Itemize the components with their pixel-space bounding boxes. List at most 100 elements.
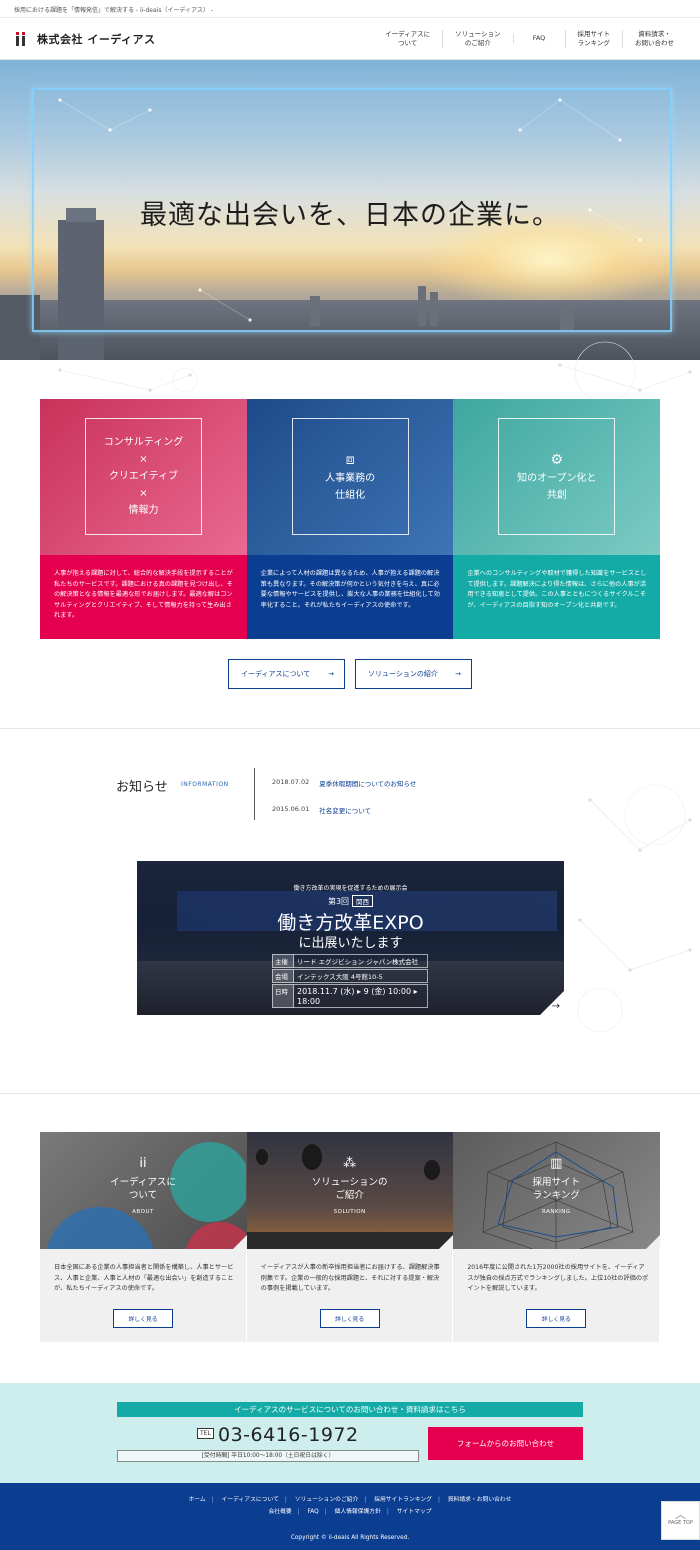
top-tagline: 採用における課題を「情報発信」で解決する - ii-deais（イーディアス） …: [0, 0, 700, 18]
banner-edition-text: 第3回: [327, 897, 350, 906]
chevron-up-icon: ︿: [675, 1508, 686, 1521]
link-card-text: 2016年度に公開された1万2000社の採用サイトを、イーディアスが独自の採点方…: [453, 1249, 660, 1342]
footer-link-faq[interactable]: FAQ: [304, 1509, 321, 1515]
feature-card-image: ⚙ 知のオープン化と 共創: [453, 399, 660, 555]
banner-detail-row: 会場 インテックス大阪 4号館10-5: [272, 969, 428, 983]
page-top-button[interactable]: ︿ PAGE TOP: [661, 1501, 700, 1540]
banner-details: 主催 リード エグジビション ジャパン株式会社 会場 インテックス大阪 4号館1…: [272, 954, 428, 1009]
heading-line: 人事業務の: [325, 472, 376, 484]
section-divider: [0, 728, 700, 729]
news-item: 2015.06.01 社名変更について: [272, 805, 416, 815]
detail-button[interactable]: 詳しく見る: [113, 1309, 173, 1328]
site-header: 株式会社 イーディアス イーディアスに ついて ソリューション のご紹介 FAQ…: [0, 18, 700, 60]
detail-button[interactable]: 詳しく見る: [319, 1309, 380, 1328]
card-corner: [439, 1235, 454, 1249]
news-subtitle: INFORMATION: [181, 781, 229, 788]
nav-ranking[interactable]: 採用サイト ランキング: [564, 29, 623, 48]
nav-solution[interactable]: ソリューション のご紹介: [442, 29, 512, 48]
footer-link-ranking[interactable]: 採用サイトランキング: [371, 1497, 435, 1503]
feature-card-heading: ⧈ 人事業務の 仕組化: [291, 418, 409, 535]
link-card-label: ソリューションの ご紹介 SOLUTION: [247, 1176, 453, 1219]
bar-chart-icon: ▥: [550, 1156, 563, 1171]
link-card-about[interactable]: ii イーディアスに ついて ABOUT 日本全国にある企業の人事担当者と関係を…: [40, 1132, 247, 1342]
contact-heading: イーディアスのサービスについてのお問い合わせ・資料請求はこちら: [117, 1402, 583, 1417]
banner-region-tag: 関西: [352, 895, 374, 907]
feature-card-image: コンサルティング × クリエイティブ × 情報力: [40, 399, 247, 555]
label-line: イーディアスに: [110, 1177, 176, 1188]
heading-line: コンサルティング: [103, 437, 184, 448]
label-line: ソリューションの: [311, 1177, 388, 1188]
banner-detail-row: 日時 2018.11.7 (水) ▸ 9 (金) 10:00 ▸ 18:00: [272, 984, 428, 1008]
footer-link-solution[interactable]: ソリューションのご紹介: [292, 1497, 362, 1503]
nav-about[interactable]: イーディアスに ついて: [373, 30, 442, 48]
feature-card-heading: ⚙ 知のオープン化と 共創: [498, 418, 616, 535]
feature-card-text: 企業へのコンサルティングや取材で獲得した知識をサービスとして提供します。課題解決…: [453, 555, 660, 639]
feature-card-heading: コンサルティング × クリエイティブ × 情報力: [85, 418, 202, 535]
link-card-image: ⁂ ソリューションの ご紹介 SOLUTION: [246, 1132, 454, 1249]
feature-card-consulting: コンサルティング × クリエイティブ × 情報力 人事が抱える課題に対して、総合…: [40, 399, 247, 639]
detail-value: 2018.11.7 (水) ▸ 9 (金) 10:00 ▸ 18:00: [294, 984, 428, 1008]
link-card-ranking[interactable]: ▥ 採用サイト ランキング RANKING 2016年度に公開された1万2000…: [453, 1132, 660, 1342]
heading-line: 知のオープン化と: [517, 472, 597, 484]
solution-button[interactable]: ソリューションの紹介 →: [355, 659, 472, 689]
footer-link-about[interactable]: イーディアスについて: [219, 1497, 282, 1503]
footer-link-privacy[interactable]: 個人情報保護方針: [332, 1509, 384, 1515]
link-card-text: 日本全国にある企業の人事担当者と関係を構築し、人事とサービス、人事と企業、人事と…: [40, 1249, 247, 1342]
footer-link-home[interactable]: ホーム: [185, 1497, 208, 1503]
arrow-right-icon: →: [455, 670, 461, 678]
link-card-label: 採用サイト ランキング RANKING: [453, 1176, 659, 1219]
heading-line: ×: [139, 488, 148, 499]
banner-title: 働き方改革EXPO: [277, 912, 424, 934]
news-item: 2018.07.02 夏季休暇期間についてのお知らせ: [272, 778, 416, 788]
network-icon: ⁂: [343, 1156, 357, 1171]
label-line: ついて: [128, 1190, 158, 1201]
global-nav: イーディアスに ついて ソリューション のご紹介 FAQ 採用サイト ランキング…: [373, 29, 686, 48]
feature-card-text: 企業によって人材の課題は異なるため、人事が抱える課題の解決策も異なります。その解…: [246, 555, 454, 639]
contact-section: イーディアスのサービスについてのお問い合わせ・資料請求はこちら TEL 03-6…: [0, 1383, 700, 1483]
phone-number[interactable]: 03-6416-1972: [218, 1424, 359, 1446]
banner-kicker: 働き方改革の実現を促進するための展示会: [293, 885, 408, 892]
feature-card-image: ⧈ 人事業務の 仕組化: [246, 399, 454, 555]
news-link[interactable]: 夏季休暇期間についてのお知らせ: [319, 778, 416, 788]
intro-buttons: イーディアスについて → ソリューションの紹介 →: [228, 659, 472, 689]
nav-contact[interactable]: 資料請求・ お問い合わせ: [622, 29, 686, 48]
footer-link-sitemap[interactable]: サイトマップ: [394, 1509, 435, 1515]
news-title: お知らせ: [116, 780, 168, 795]
heading-line: 情報力: [128, 505, 159, 516]
heading-line: ×: [139, 454, 148, 465]
nav-faq[interactable]: FAQ: [512, 34, 565, 43]
news-link[interactable]: 社名変更について: [319, 805, 371, 815]
heading-line: 仕組化: [335, 489, 366, 501]
site-logo[interactable]: 株式会社 イーディアス: [16, 31, 156, 47]
heading-line: 共創: [546, 489, 567, 501]
link-cards: ii イーディアスに ついて ABOUT 日本全国にある企業の人事担当者と関係を…: [40, 1132, 660, 1342]
arrow-right-icon: →: [551, 1001, 560, 1012]
logo-text: 株式会社 イーディアス: [37, 32, 156, 46]
contact-form-button[interactable]: フォームからのお問い合わせ: [428, 1427, 583, 1460]
detail-key: 会場: [272, 969, 294, 983]
arrow-right-icon: →: [328, 670, 334, 678]
detail-key: 主催: [272, 954, 294, 968]
detail-key: 日時: [272, 984, 294, 1008]
feature-cards: コンサルティング × クリエイティブ × 情報力 人事が抱える課題に対して、総合…: [40, 399, 660, 639]
card-corner: [645, 1235, 660, 1249]
footer-link-contact[interactable]: 資料請求・お問い合わせ: [445, 1497, 515, 1503]
logo-mark-icon: [16, 31, 32, 46]
detail-value: インテックス大阪 4号館10-5: [294, 969, 428, 983]
page-top-label: PAGE TOP: [668, 1520, 693, 1526]
hero-title: 最適な出会いを、日本の企業に。: [140, 200, 560, 231]
news-divider: [254, 768, 255, 820]
banner-subtitle: に出展いたします: [298, 936, 403, 951]
detail-button[interactable]: 詳しく見る: [526, 1309, 587, 1328]
expo-banner[interactable]: 働き方改革の実現を促進するための展示会 第3回 関西 働き方改革EXPO に出展い…: [137, 861, 564, 1015]
copyright: Copyright © ii-deais All Rights Reserved…: [290, 1535, 410, 1541]
about-button[interactable]: イーディアスについて →: [228, 659, 345, 689]
section-divider: [0, 1093, 700, 1094]
link-card-solution[interactable]: ⁂ ソリューションの ご紹介 SOLUTION イーディアスが人事の新卒採用担当…: [246, 1132, 454, 1342]
footer-links: ホーム | イーディアスについて | ソリューションのご紹介 | 採用サイトランキング…: [0, 1494, 700, 1518]
tel-label: TEL: [197, 1428, 214, 1439]
link-card-image: ▥ 採用サイト ランキング RANKING: [453, 1132, 660, 1249]
heading-line: クリエイティブ: [108, 471, 179, 482]
footer-link-company[interactable]: 会社概要: [265, 1509, 294, 1515]
label-line: 採用サイト: [532, 1177, 581, 1188]
